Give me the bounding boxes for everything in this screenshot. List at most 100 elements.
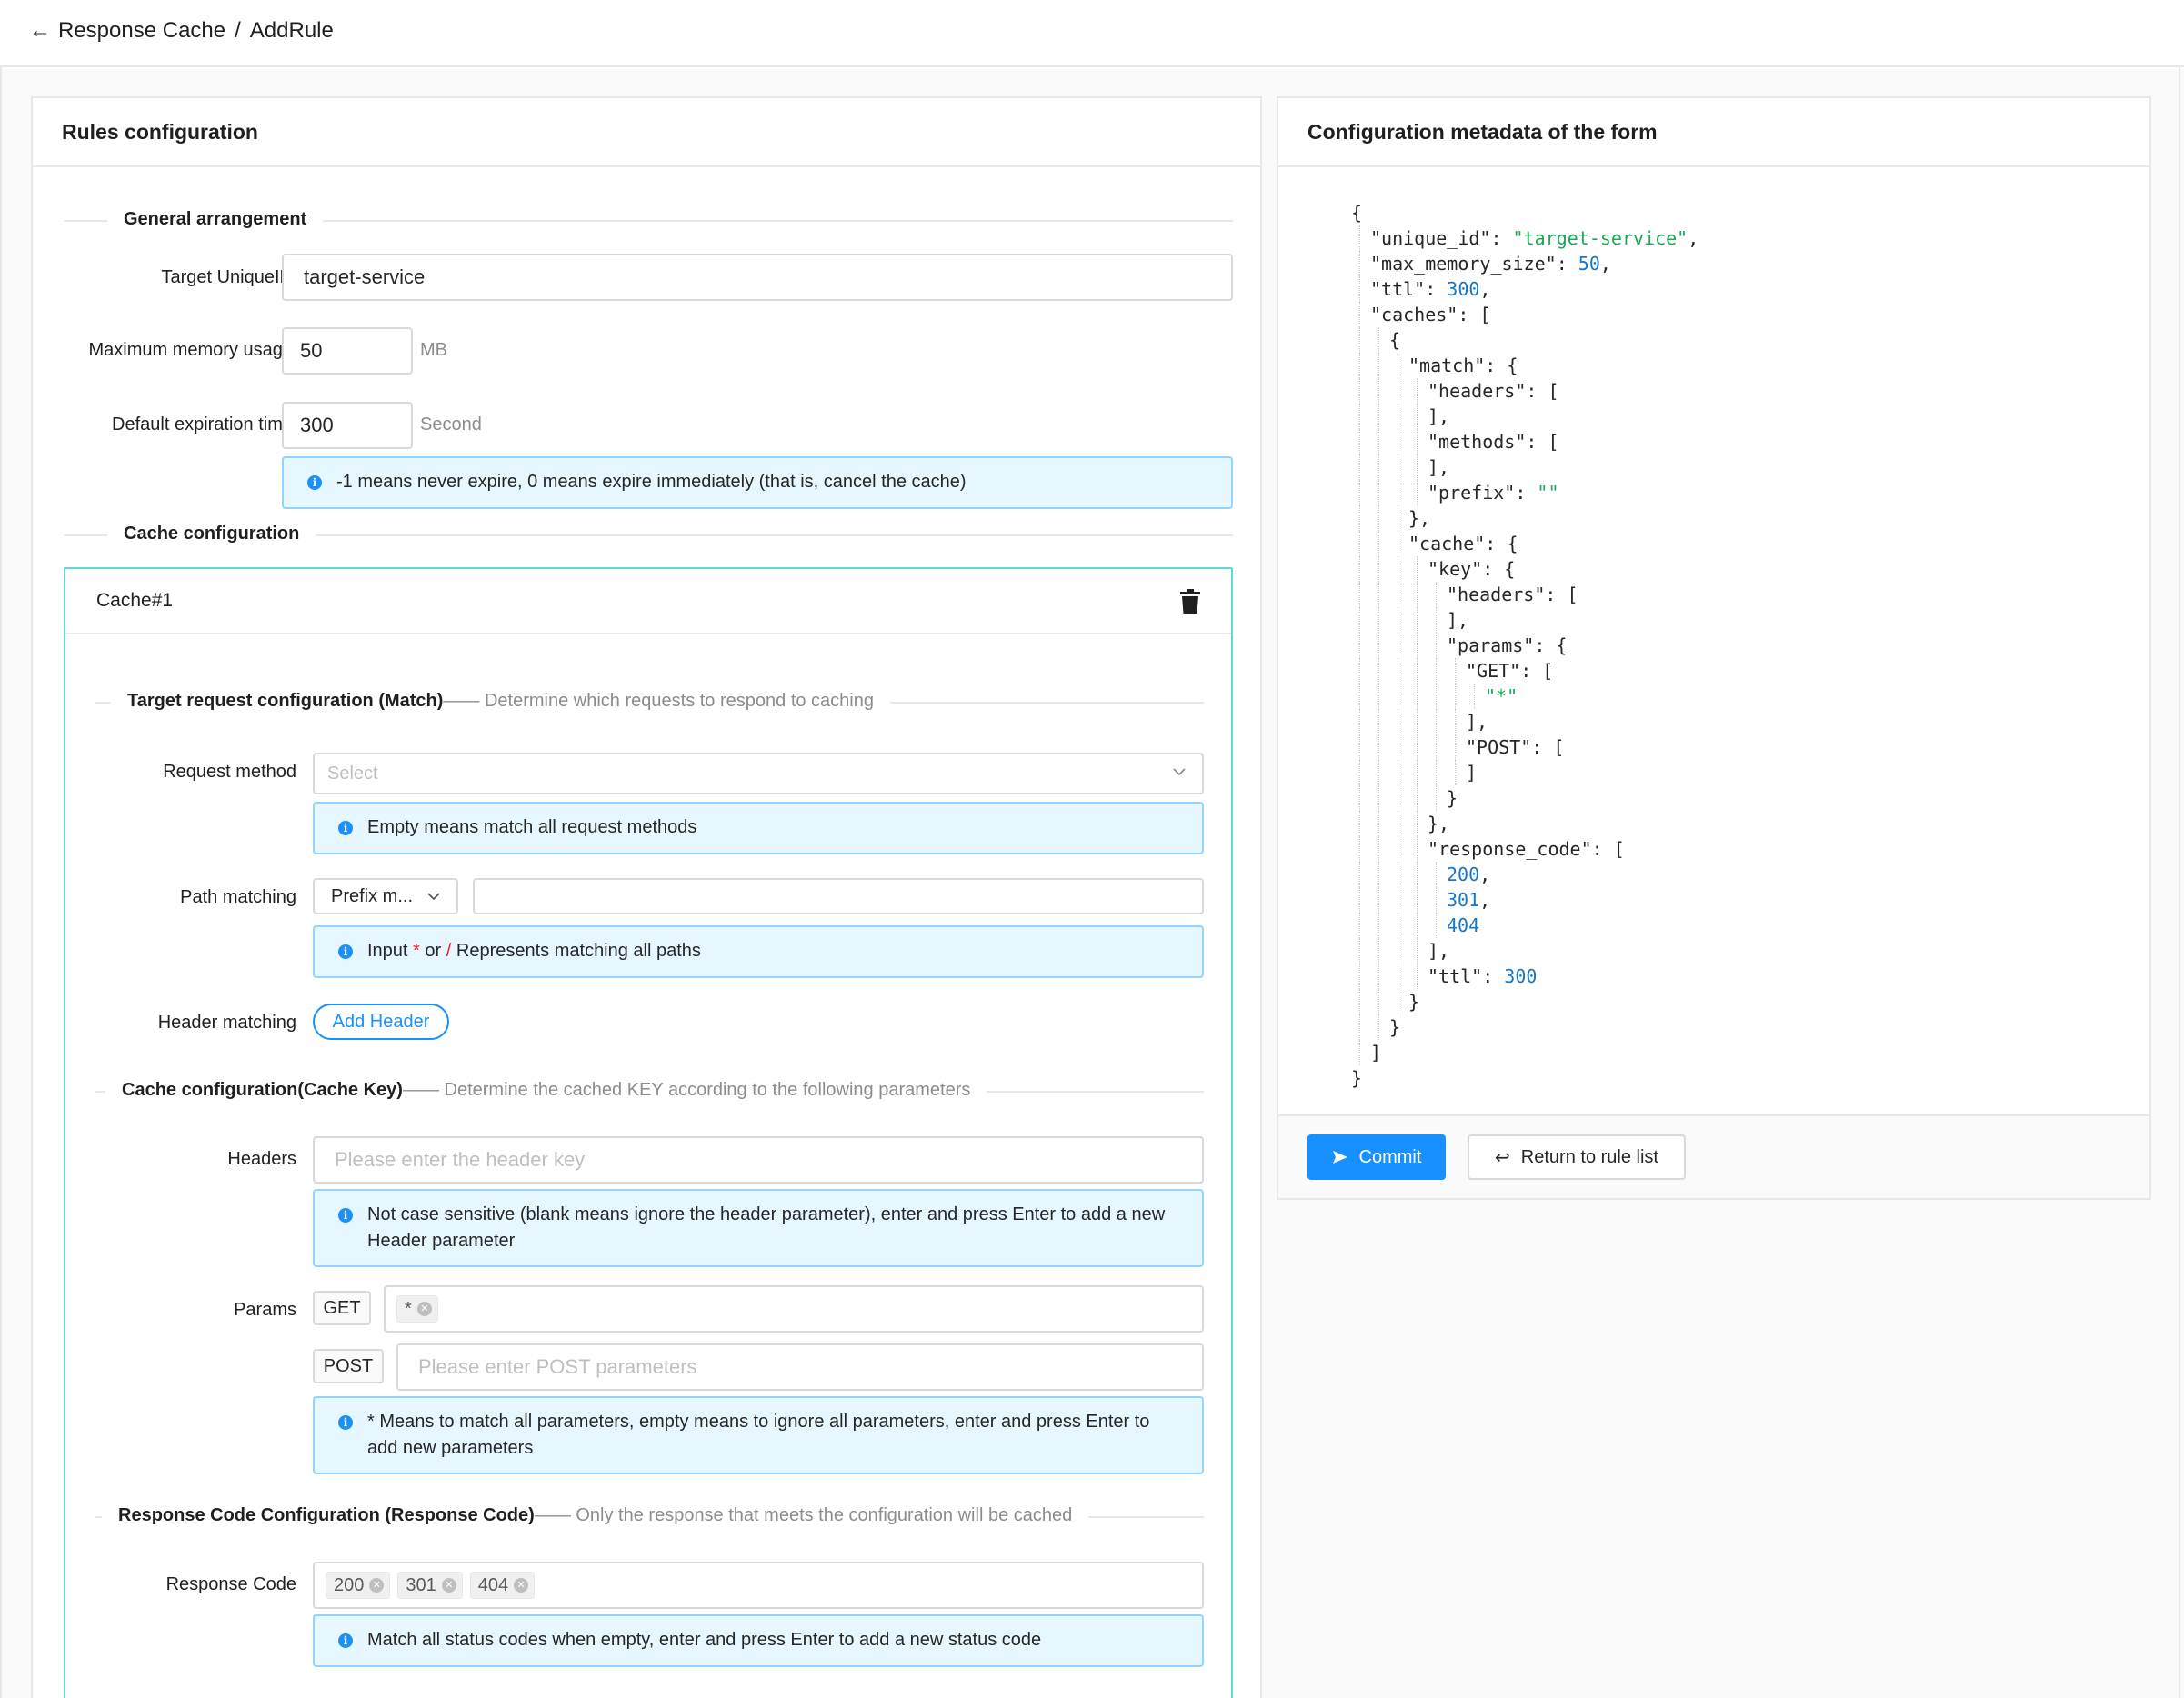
indent-guide bbox=[1359, 836, 1360, 862]
close-circle-icon[interactable]: ✕ bbox=[514, 1578, 529, 1593]
indent-guide bbox=[1378, 862, 1379, 887]
indent-guide bbox=[1378, 684, 1379, 709]
trash-icon[interactable] bbox=[1180, 589, 1200, 614]
json-token: , bbox=[1599, 253, 1611, 275]
expire-tip-text: -1 means never expire, 0 means expire im… bbox=[336, 472, 967, 492]
post-params-placeholder: Please enter POST parameters bbox=[418, 1355, 697, 1378]
json-line-content: } bbox=[1351, 1067, 1362, 1089]
json-token: 50 bbox=[1578, 253, 1600, 275]
breadcrumb-separator: / bbox=[235, 18, 241, 43]
json-line: }, bbox=[1351, 811, 1698, 836]
path-tip: i Input * or / Represents matching all p… bbox=[313, 925, 1204, 978]
response-code-input[interactable]: 200 ✕ 301 ✕ 404 ✕ bbox=[313, 1562, 1204, 1609]
json-line-content: "*" bbox=[1351, 685, 1518, 707]
indent-guide bbox=[1359, 633, 1360, 658]
info-icon: i bbox=[338, 821, 353, 835]
json-line-content: ], bbox=[1351, 609, 1468, 631]
json-token: "methods": [ bbox=[1428, 431, 1559, 453]
indent-guide bbox=[1359, 327, 1360, 353]
post-params-input[interactable]: Please enter POST parameters bbox=[396, 1343, 1204, 1391]
arrow-left-icon[interactable]: ← bbox=[29, 18, 51, 44]
json-line-content: "response_code": [ bbox=[1351, 838, 1625, 860]
breadcrumb-parent[interactable]: Response Cache bbox=[58, 18, 225, 44]
target-uniqueid-value: target-service bbox=[304, 265, 426, 288]
json-line: ], bbox=[1351, 454, 1698, 480]
indent-guide bbox=[1359, 378, 1360, 404]
json-line: "cache": { bbox=[1351, 531, 1698, 556]
expire-tip: i -1 means never expire, 0 means expire … bbox=[282, 456, 1233, 509]
close-circle-icon[interactable]: ✕ bbox=[369, 1578, 385, 1593]
indent-guide bbox=[1455, 734, 1456, 760]
indent-guide bbox=[1359, 1014, 1360, 1040]
indent-guide bbox=[1359, 302, 1360, 327]
json-token: }, bbox=[1428, 813, 1450, 834]
json-line: "POST": [ bbox=[1351, 734, 1698, 760]
cache-key-section-title: Cache configuration(Cache Key)—— Determi… bbox=[105, 1080, 987, 1101]
json-line: 404 bbox=[1351, 913, 1698, 938]
path-input[interactable] bbox=[473, 878, 1204, 914]
indent-guide bbox=[1417, 480, 1418, 505]
cache-section-title: Cache configuration bbox=[107, 524, 316, 544]
json-token: , bbox=[1479, 864, 1491, 885]
expire-input[interactable]: 300 bbox=[282, 402, 413, 449]
form-actions-bar: Commit ↩ Return to rule list bbox=[1278, 1114, 2149, 1198]
info-icon: i bbox=[307, 475, 322, 490]
path-mode-value: Prefix m... bbox=[331, 885, 414, 906]
headers-input[interactable]: Please enter the header key bbox=[313, 1136, 1204, 1184]
indent-guide bbox=[1359, 353, 1360, 378]
indent-guide bbox=[1417, 811, 1418, 836]
chevron-down-icon[interactable] bbox=[427, 890, 440, 903]
close-circle-icon[interactable]: ✕ bbox=[416, 1302, 432, 1316]
json-line-content: 200, bbox=[1351, 864, 1490, 885]
indent-guide bbox=[1359, 404, 1360, 429]
json-token: ], bbox=[1428, 405, 1450, 427]
get-param-value: * bbox=[405, 1298, 412, 1319]
json-line-content: "POST": [ bbox=[1351, 736, 1564, 758]
json-token: "*" bbox=[1485, 685, 1518, 707]
json-line-content: ], bbox=[1351, 711, 1488, 733]
info-icon: i bbox=[338, 944, 353, 959]
chevron-down-icon[interactable] bbox=[1173, 765, 1186, 778]
indent-guide bbox=[1359, 964, 1360, 989]
indent-guide bbox=[1359, 607, 1360, 633]
path-tip-or: or bbox=[425, 941, 442, 961]
json-line-content: "headers": [ bbox=[1351, 380, 1559, 402]
response-code-chip: 301 ✕ bbox=[397, 1572, 463, 1599]
request-method-placeholder: Select bbox=[327, 763, 378, 784]
indent-guide bbox=[1378, 633, 1379, 658]
breadcrumb-current: AddRule bbox=[249, 18, 334, 43]
path-tip-star: * bbox=[413, 941, 420, 961]
breadcrumb[interactable]: ← Response Cache / AddRule bbox=[29, 18, 334, 44]
json-line-content: 301, bbox=[1351, 889, 1490, 911]
json-token: , bbox=[1479, 889, 1491, 911]
json-token: ], bbox=[1447, 609, 1469, 631]
path-mode-select[interactable]: Prefix m... bbox=[313, 878, 458, 914]
json-line: ], bbox=[1351, 404, 1698, 429]
return-label: Return to rule list bbox=[1520, 1146, 1658, 1167]
json-line-content: }, bbox=[1351, 813, 1449, 834]
indent-guide bbox=[1378, 913, 1379, 938]
json-line-content: "GET": [ bbox=[1351, 660, 1553, 682]
json-line-content: ], bbox=[1351, 940, 1449, 962]
request-method-select[interactable]: Select bbox=[313, 753, 1204, 794]
return-icon: ↩ bbox=[1495, 1147, 1510, 1168]
commit-button[interactable]: Commit bbox=[1307, 1134, 1446, 1180]
return-to-rule-list-button[interactable]: ↩ Return to rule list bbox=[1468, 1134, 1686, 1180]
target-uniqueid-input[interactable]: target-service bbox=[282, 254, 1233, 301]
json-token: "prefix": bbox=[1428, 482, 1538, 504]
close-circle-icon[interactable]: ✕ bbox=[441, 1578, 456, 1593]
indent-guide bbox=[1417, 658, 1418, 684]
headers-tip: i Not case sensitive (blank means ignore… bbox=[313, 1189, 1204, 1267]
json-token: } bbox=[1447, 787, 1458, 809]
top-bar: ← Response Cache / AddRule bbox=[0, 0, 2184, 67]
json-line-content: ], bbox=[1351, 405, 1449, 427]
indent-guide bbox=[1359, 276, 1360, 302]
indent-guide bbox=[1436, 582, 1437, 607]
json-token: ] bbox=[1466, 762, 1478, 784]
indent-guide bbox=[1436, 607, 1437, 633]
cache-key-subtitle-text: —— Determine the cached KEY according to… bbox=[402, 1080, 971, 1100]
memory-input[interactable]: 50 bbox=[282, 327, 413, 375]
params-label: Params bbox=[234, 1300, 296, 1320]
add-header-button[interactable]: Add Header bbox=[313, 1004, 449, 1040]
get-params-input[interactable]: * ✕ bbox=[384, 1285, 1204, 1333]
